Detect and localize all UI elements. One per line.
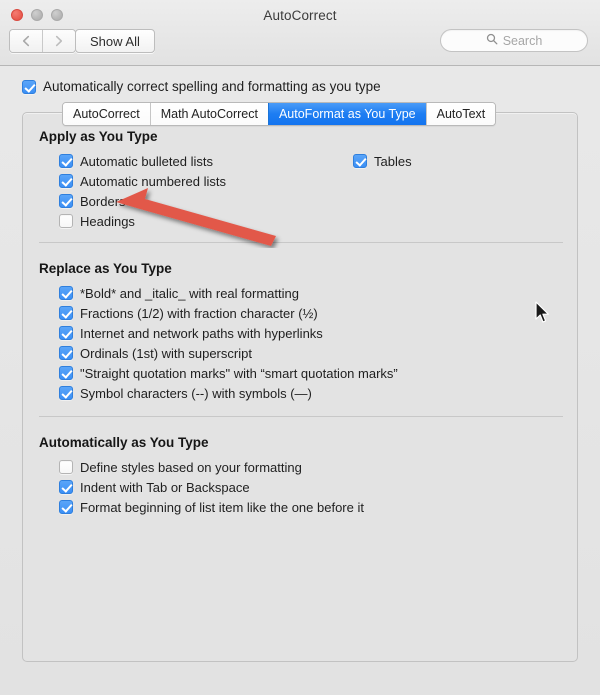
search-field-inner: Search: [486, 32, 543, 50]
checkbox-row-fractions[interactable]: Fractions (1/2) with fraction character …: [59, 303, 398, 323]
tab-content-panel: Apply as You Type Automatic bulleted lis…: [22, 112, 578, 662]
checkbox-row-headings[interactable]: Headings: [59, 211, 226, 231]
label-automatic-numbered-lists: Automatic numbered lists: [80, 173, 226, 189]
label-borders: Borders: [80, 193, 126, 209]
checkbox-indent-tab-backspace[interactable]: [59, 480, 73, 494]
checkbox-row-bold-italic[interactable]: *Bold* and _italic_ with real formatting: [59, 283, 398, 303]
replace-checkbox-list: *Bold* and _italic_ with real formatting…: [39, 283, 398, 403]
apply-checkbox-list: Automatic bulleted lists Automatic numbe…: [39, 151, 226, 231]
label-fractions: Fractions (1/2) with fraction character …: [80, 305, 318, 321]
checkbox-row-format-list-item[interactable]: Format beginning of list item like the o…: [59, 497, 364, 517]
section-title-automatically: Automatically as You Type: [39, 435, 209, 450]
checkbox-automatic-bulleted-lists[interactable]: [59, 154, 73, 168]
checkbox-row-define-styles[interactable]: Define styles based on your formatting: [59, 457, 364, 477]
checkbox-internet-paths[interactable]: [59, 326, 73, 340]
checkbox-format-list-item[interactable]: [59, 500, 73, 514]
checkbox-row-borders[interactable]: Borders: [59, 191, 226, 211]
search-input-placeholder: Search: [502, 33, 543, 48]
label-internet-paths: Internet and network paths with hyperlin…: [80, 325, 323, 341]
autocorrect-preferences-window: AutoCorrect Show All Search Automaticall…: [0, 0, 600, 695]
back-button[interactable]: [10, 30, 42, 52]
label-headings: Headings: [80, 213, 135, 229]
checkbox-ordinals[interactable]: [59, 346, 73, 360]
label-bold-italic: *Bold* and _italic_ with real formatting: [80, 285, 299, 301]
master-autocorrect-checkbox-row[interactable]: Automatically correct spelling and forma…: [22, 79, 381, 94]
section-divider-2: [39, 416, 563, 417]
section-divider-1: [39, 242, 563, 243]
checkbox-bold-italic[interactable]: [59, 286, 73, 300]
tab-autotext[interactable]: AutoText: [425, 103, 496, 125]
window-titlebar: AutoCorrect Show All Search: [0, 0, 600, 66]
chevron-left-icon: [22, 35, 30, 47]
label-ordinals: Ordinals (1st) with superscript: [80, 345, 252, 361]
checkbox-automatic-numbered-lists[interactable]: [59, 174, 73, 188]
checkbox-smart-quotes[interactable]: [59, 366, 73, 380]
section-title-apply: Apply as You Type: [39, 129, 158, 144]
label-format-list-item: Format beginning of list item like the o…: [80, 499, 364, 515]
tab-autocorrect[interactable]: AutoCorrect: [63, 103, 150, 125]
show-all-button[interactable]: Show All: [75, 29, 155, 53]
section-apply-as-you-type: Apply as You Type Automatic bulleted lis…: [39, 129, 412, 231]
automatically-checkbox-list: Define styles based on your formatting I…: [39, 457, 364, 517]
label-automatic-bulleted-lists: Automatic bulleted lists: [80, 153, 213, 169]
checkbox-row-automatic-bulleted-lists[interactable]: Automatic bulleted lists: [59, 151, 226, 171]
search-field[interactable]: Search: [440, 29, 588, 52]
checkbox-fractions[interactable]: [59, 306, 73, 320]
checkbox-row-tables[interactable]: Tables: [353, 151, 412, 171]
tab-bar: AutoCorrect Math AutoCorrect AutoFormat …: [62, 102, 497, 126]
tab-math-autocorrect[interactable]: Math AutoCorrect: [149, 103, 268, 125]
checkbox-borders[interactable]: [59, 194, 73, 208]
checkbox-symbol-characters[interactable]: [59, 386, 73, 400]
section-replace-as-you-type: Replace as You Type *Bold* and _italic_ …: [39, 261, 398, 403]
navigation-button-group: [9, 29, 76, 53]
checkbox-row-internet-paths[interactable]: Internet and network paths with hyperlin…: [59, 323, 398, 343]
tab-autoformat-as-you-type[interactable]: AutoFormat as You Type: [267, 103, 426, 125]
section-title-replace: Replace as You Type: [39, 261, 172, 276]
label-smart-quotes: "Straight quotation marks" with “smart q…: [80, 365, 398, 381]
checkbox-row-symbol-characters[interactable]: Symbol characters (--) with symbols (—): [59, 383, 398, 403]
checkbox-tables[interactable]: [353, 154, 367, 168]
label-define-styles: Define styles based on your formatting: [80, 459, 302, 475]
search-icon: [486, 32, 498, 50]
checkbox-row-smart-quotes[interactable]: "Straight quotation marks" with “smart q…: [59, 363, 398, 383]
toolbar: Show All Search: [0, 28, 600, 64]
chevron-right-icon: [55, 35, 63, 47]
label-indent-tab-backspace: Indent with Tab or Backspace: [80, 479, 250, 495]
forward-button[interactable]: [42, 30, 75, 52]
apply-checkbox-list-right: Tables: [353, 151, 412, 171]
master-autocorrect-label: Automatically correct spelling and forma…: [43, 79, 381, 94]
checkbox-row-automatic-numbered-lists[interactable]: Automatic numbered lists: [59, 171, 226, 191]
master-autocorrect-checkbox[interactable]: [22, 79, 36, 94]
window-title: AutoCorrect: [263, 8, 337, 23]
checkbox-headings[interactable]: [59, 214, 73, 228]
section-automatically-as-you-type: Automatically as You Type Define styles …: [39, 435, 364, 517]
checkbox-row-indent-tab-backspace[interactable]: Indent with Tab or Backspace: [59, 477, 364, 497]
label-tables: Tables: [374, 153, 412, 169]
checkbox-define-styles[interactable]: [59, 460, 73, 474]
checkbox-row-ordinals[interactable]: Ordinals (1st) with superscript: [59, 343, 398, 363]
label-symbol-characters: Symbol characters (--) with symbols (—): [80, 385, 312, 401]
